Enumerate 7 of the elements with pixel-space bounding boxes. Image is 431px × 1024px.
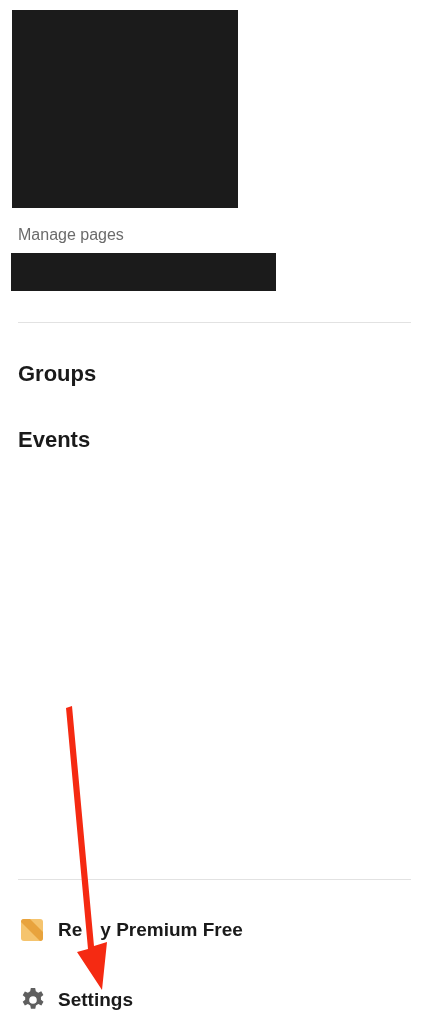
nav-item[interactable]: Events [18,427,91,453]
manage-pages-link[interactable]: Manage pages [18,225,124,245]
menu-label[interactable]: Re [58,918,83,942]
premium-icon [20,918,44,942]
nav-item[interactable]: Groups [18,361,97,387]
menu-label[interactable]: y Premium Free [100,918,243,942]
menu-label[interactable]: Settings [58,988,133,1012]
